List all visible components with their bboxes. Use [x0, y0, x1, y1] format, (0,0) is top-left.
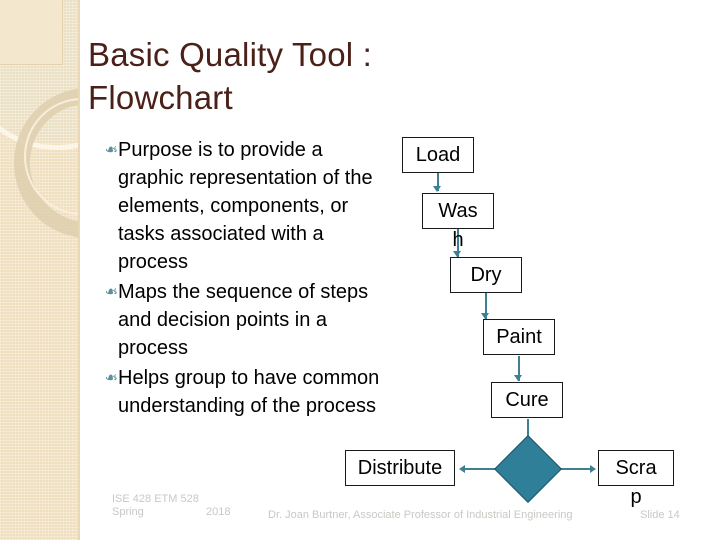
list-item: ❧ Maps the sequence of steps and decisio…	[96, 278, 386, 362]
list-item-label: Maps the sequence of steps and decision …	[118, 281, 369, 359]
flowchart-node-paint[interactable]: Paint	[483, 319, 555, 355]
arrowhead-paint-cure-icon	[514, 375, 522, 381]
connector-paint-cure	[518, 356, 520, 381]
flowchart-node-cure[interactable]: Cure	[491, 382, 563, 418]
list-item: ❧ Purpose is to provide a graphic repres…	[96, 136, 386, 276]
footer-credit: Dr. Joan Burtner, Associate Professor of…	[268, 509, 573, 521]
arrowhead-load-wash-icon	[433, 186, 441, 192]
band-texture	[0, 0, 80, 540]
arrowhead-decision-distribute-icon	[459, 465, 465, 473]
footer-slide-number: Slide 14	[640, 509, 680, 521]
connector-wash-dry	[457, 229, 459, 257]
flowchart-node-scrap[interactable]: Scra	[598, 450, 674, 486]
decorative-side-band	[0, 0, 80, 540]
fleuron-bullet-icon: ❧	[104, 282, 118, 301]
connector-dry-paint	[485, 293, 487, 319]
flowchart-node-load[interactable]: Load	[402, 137, 474, 173]
decorative-corner-square	[0, 0, 63, 65]
flowchart-node-wash-overflow: h	[452, 229, 464, 251]
flowchart-node-decision[interactable]	[494, 435, 562, 503]
flowchart-node-dry[interactable]: Dry	[450, 257, 522, 293]
band-edge	[78, 0, 80, 540]
connector-load-wash	[437, 173, 439, 191]
flowchart-node-distribute[interactable]: Distribute	[345, 450, 455, 486]
flowchart-node-scrap-overflow: p	[630, 486, 642, 508]
footer-year: 2018	[206, 506, 231, 518]
page-title: Basic Quality Tool : Flowchart	[88, 36, 373, 116]
fleuron-bullet-icon: ❧	[104, 140, 118, 159]
list-item-label: Helps group to have common understanding…	[118, 367, 380, 417]
bullet-list: ❧ Purpose is to provide a graphic repres…	[96, 136, 386, 422]
flowchart-node-wash[interactable]: Was	[422, 193, 494, 229]
fleuron-bullet-icon: ❧	[104, 368, 118, 387]
arrowhead-decision-scrap-icon	[590, 465, 596, 473]
list-item-label: Purpose is to provide a graphic represen…	[118, 139, 373, 273]
list-item: ❧ Helps group to have common understandi…	[96, 364, 386, 420]
slide-canvas: Basic Quality Tool : Flowchart ❧ Purpose…	[0, 0, 720, 540]
